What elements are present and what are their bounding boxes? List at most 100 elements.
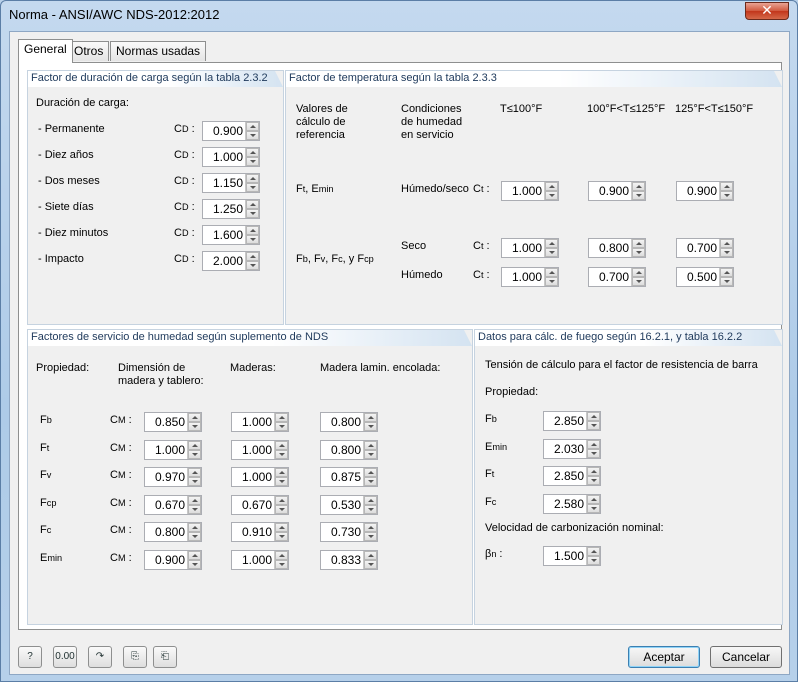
spin-up-icon[interactable]: [188, 550, 201, 560]
wet-spinner-value[interactable]: 0.900: [146, 551, 186, 569]
fire-spinner-value[interactable]: 2.850: [545, 467, 585, 485]
spin-down-icon[interactable]: [587, 476, 600, 485]
spin-up-icon[interactable]: [587, 547, 600, 556]
temp-spinner-value[interactable]: 0.700: [590, 268, 630, 286]
spin-down-icon[interactable]: [188, 532, 201, 541]
spin-up-icon[interactable]: [275, 523, 288, 532]
wet-spinner-value[interactable]: 0.730: [322, 523, 362, 541]
spin-down-icon[interactable]: [246, 209, 259, 218]
wet-spinner[interactable]: 1.000: [231, 412, 289, 432]
wet-spinner[interactable]: 1.000: [231, 549, 289, 570]
spin-down-icon[interactable]: [720, 277, 733, 286]
fire-spinner-value[interactable]: 2.030: [545, 440, 585, 458]
spin-down-icon[interactable]: [275, 422, 288, 431]
wet-spinner[interactable]: 0.670: [144, 494, 202, 515]
spin-up-icon[interactable]: [632, 239, 645, 248]
spin-up-icon[interactable]: [246, 174, 259, 183]
spin-up-icon[interactable]: [587, 494, 600, 504]
import-button[interactable]: ⎗: [153, 646, 177, 668]
temp-spinner[interactable]: 1.000: [501, 267, 559, 287]
spin-up-icon[interactable]: [188, 440, 201, 450]
spin-up-icon[interactable]: [188, 468, 201, 477]
duration-spinner[interactable]: 2.000: [202, 251, 260, 271]
spin-down-icon[interactable]: [720, 248, 733, 257]
spin-up-icon[interactable]: [632, 268, 645, 277]
temp-spinner-value[interactable]: 1.000: [503, 268, 543, 286]
units-button[interactable]: 0.00: [53, 646, 77, 668]
wet-spinner[interactable]: 0.670: [231, 494, 289, 515]
duration-spinner-value[interactable]: 1.600: [204, 226, 244, 244]
spin-up-icon[interactable]: [720, 182, 733, 191]
duration-spinner-value[interactable]: 1.000: [204, 148, 244, 166]
duration-spinner[interactable]: 1.600: [202, 225, 260, 245]
spin-down-icon[interactable]: [632, 191, 645, 200]
wet-spinner[interactable]: 0.833: [320, 549, 378, 570]
spin-down-icon[interactable]: [188, 559, 201, 569]
temp-spinner-value[interactable]: 0.800: [590, 239, 630, 257]
spin-down-icon[interactable]: [275, 449, 288, 459]
temp-spinner[interactable]: 0.700: [588, 267, 646, 287]
wet-spinner[interactable]: 0.875: [320, 467, 378, 487]
spin-down-icon[interactable]: [246, 261, 259, 270]
temp-spinner-value[interactable]: 0.500: [678, 268, 718, 286]
wet-spinner-value[interactable]: 0.970: [146, 468, 186, 486]
wet-spinner[interactable]: 1.000: [144, 439, 202, 460]
spin-down-icon[interactable]: [587, 503, 600, 513]
wet-spinner[interactable]: 0.910: [231, 522, 289, 542]
spin-up-icon[interactable]: [275, 468, 288, 477]
char-rate-value[interactable]: 1.500: [545, 547, 585, 565]
spin-up-icon[interactable]: [246, 122, 259, 131]
spin-down-icon[interactable]: [275, 532, 288, 541]
fire-spinner-value[interactable]: 2.580: [545, 495, 585, 513]
spin-down-icon[interactable]: [720, 191, 733, 200]
temp-spinner-value[interactable]: 0.900: [590, 182, 630, 200]
wet-spinner-value[interactable]: 0.833: [322, 551, 362, 569]
spin-up-icon[interactable]: [545, 182, 558, 191]
spin-up-icon[interactable]: [246, 252, 259, 261]
spin-up-icon[interactable]: [545, 239, 558, 248]
spin-down-icon[interactable]: [545, 277, 558, 286]
spin-down-icon[interactable]: [587, 556, 600, 565]
wet-spinner[interactable]: 0.530: [320, 494, 378, 515]
spin-down-icon[interactable]: [364, 422, 377, 431]
temp-spinner[interactable]: 0.700: [676, 238, 734, 258]
wet-spinner[interactable]: 1.000: [231, 467, 289, 487]
spin-down-icon[interactable]: [246, 131, 259, 140]
spin-up-icon[interactable]: [275, 550, 288, 560]
wet-spinner-value[interactable]: 0.530: [322, 496, 362, 514]
spin-down-icon[interactable]: [545, 248, 558, 257]
wet-spinner[interactable]: 0.800: [320, 439, 378, 460]
char-rate-spinner[interactable]: 1.500: [543, 546, 601, 566]
spin-up-icon[interactable]: [545, 268, 558, 277]
spin-down-icon[interactable]: [632, 277, 645, 286]
export-button[interactable]: ⎘: [123, 646, 147, 668]
tab-general[interactable]: General: [18, 39, 73, 63]
wet-spinner-value[interactable]: 1.000: [233, 413, 273, 431]
spin-down-icon[interactable]: [275, 504, 288, 514]
wet-spinner-value[interactable]: 1.000: [233, 468, 273, 486]
wet-spinner[interactable]: 0.970: [144, 467, 202, 487]
spin-up-icon[interactable]: [720, 268, 733, 277]
wet-spinner-value[interactable]: 0.875: [322, 468, 362, 486]
wet-spinner[interactable]: 0.800: [320, 412, 378, 432]
wet-spinner-value[interactable]: 0.800: [146, 523, 186, 541]
fire-spinner[interactable]: 2.030: [543, 438, 601, 459]
fire-spinner-value[interactable]: 2.850: [545, 412, 585, 430]
wet-spinner[interactable]: 0.730: [320, 522, 378, 542]
spin-up-icon[interactable]: [364, 413, 377, 422]
spin-down-icon[interactable]: [364, 504, 377, 514]
spin-up-icon[interactable]: [246, 148, 259, 157]
temp-spinner[interactable]: 0.900: [588, 181, 646, 201]
duration-spinner[interactable]: 1.000: [202, 147, 260, 167]
spin-up-icon[interactable]: [587, 412, 600, 421]
temp-spinner[interactable]: 0.900: [676, 181, 734, 201]
spin-down-icon[interactable]: [246, 183, 259, 192]
temp-spinner-value[interactable]: 1.000: [503, 239, 543, 257]
spin-up-icon[interactable]: [188, 413, 201, 422]
fire-spinner[interactable]: 2.850: [543, 411, 601, 431]
duration-spinner[interactable]: 0.900: [202, 121, 260, 141]
duration-spinner-value[interactable]: 1.150: [204, 174, 244, 192]
wet-spinner-value[interactable]: 0.800: [322, 413, 362, 431]
duration-spinner-value[interactable]: 1.250: [204, 200, 244, 218]
cancel-button[interactable]: Cancelar: [710, 646, 782, 668]
